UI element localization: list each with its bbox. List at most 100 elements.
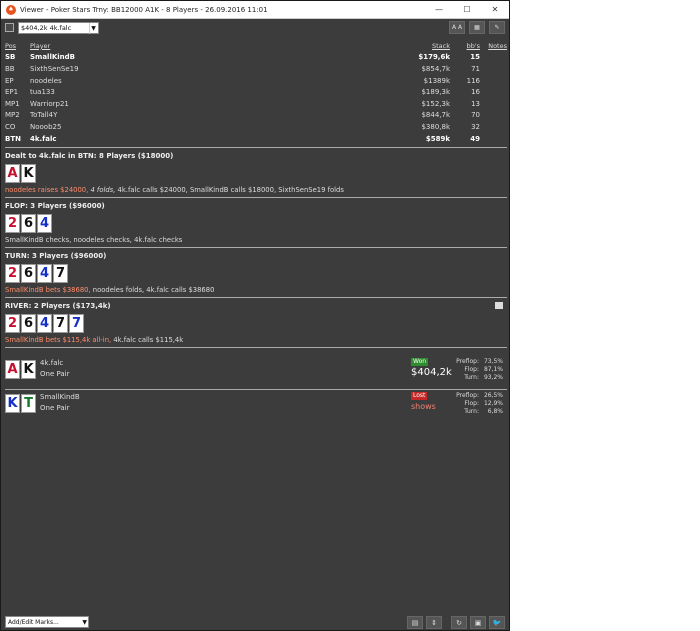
hand-select[interactable]: $404,2k 4k.falc ▼	[18, 21, 99, 34]
playing-card: 2	[5, 314, 20, 334]
player-pos: SB	[5, 53, 16, 62]
player-header[interactable]: Player	[30, 42, 50, 50]
player-pos: MP2	[5, 111, 20, 120]
divider	[5, 197, 507, 199]
playing-card: 7	[53, 264, 68, 284]
player-row[interactable]: MP1 Warriorp21 $152,3k 13	[5, 98, 507, 110]
player-pos: CO	[5, 122, 16, 131]
bbs-header[interactable]: bb's	[467, 42, 480, 50]
turn-action-highlight: SmallKindB bets $38680,	[5, 286, 91, 295]
result-player-name[interactable]: 4k.falc	[40, 358, 70, 369]
playing-card: 7	[53, 314, 68, 334]
player-row[interactable]: EP noodeles $1389k 116	[5, 75, 507, 87]
player-stack: $189,3k	[421, 88, 450, 97]
player-player: Nooob25	[30, 122, 62, 131]
notes-header[interactable]: Notes	[488, 42, 507, 50]
player-row[interactable]: EP1 tua133 $189,3k 16	[5, 86, 507, 98]
river-action: SmallKindB bets $115,4k all-in, 4k.falc …	[5, 336, 507, 344]
equity-label: Flop:	[464, 399, 479, 407]
player-stack: $589k	[425, 134, 450, 143]
equity-value: 87,1%	[483, 365, 503, 373]
results-section: A K 4k.falc One Pair Won $404,2k Preflop: 73,5%…	[5, 358, 507, 422]
result-badge: Won	[411, 358, 429, 367]
divider	[5, 247, 507, 249]
equity-label: Turn:	[464, 407, 479, 415]
save-icon[interactable]: ▣	[470, 615, 486, 629]
chevron-down-icon: ▼	[89, 22, 97, 34]
window-title: Viewer - Poker Stars Trny: BB12000 A1K -…	[20, 5, 268, 14]
turn-section: TURN: 3 Players ($96000) 2647 SmallKindB…	[5, 252, 507, 294]
player-row[interactable]: SB SmallKindB $179,6k 15	[5, 52, 507, 64]
preflop-section: Dealt to 4k.falc in BTN: 8 Players ($180…	[5, 152, 507, 194]
divider	[5, 297, 507, 299]
player-bbs: 16	[471, 88, 480, 97]
player-stack: $1389k	[423, 76, 450, 85]
minimize-button[interactable]: —	[425, 5, 453, 14]
divider	[5, 347, 507, 349]
result-badge: Lost	[411, 392, 428, 401]
turn-cards: 2647	[5, 264, 507, 284]
divider	[5, 389, 507, 391]
hand-checkbox[interactable]	[5, 23, 14, 32]
close-button[interactable]: ✕	[481, 5, 509, 14]
preflop-action: noodeles raises $24000, 4 folds, 4k.falc…	[5, 186, 507, 194]
preflop-title: Dealt to 4k.falc in BTN: 8 Players ($180…	[5, 152, 174, 161]
player-player: SixthSenSe19	[30, 64, 79, 73]
turn-title: TURN: 3 Players ($96000)	[5, 252, 107, 261]
grid-icon[interactable]: ▦	[469, 21, 485, 34]
stack-header[interactable]: Stack	[432, 42, 450, 50]
pos-header[interactable]: Pos	[5, 42, 16, 50]
players-table: Pos Player Stack bb's Notes SB SmallKindB…	[5, 40, 507, 144]
flop-cards: 264	[5, 214, 507, 234]
result-row: A K 4k.falc One Pair Won $404,2k Preflop: 73,5%…	[5, 358, 507, 388]
refresh-icon[interactable]: ↻	[451, 615, 467, 629]
playing-card: 2	[5, 264, 20, 284]
turn-action-rest: noodeles folds, 4k.falc calls $38680	[90, 286, 215, 295]
equity-value: 12,9%	[483, 399, 503, 407]
font-size-button[interactable]: A A	[449, 21, 465, 34]
maximize-button[interactable]: ☐	[453, 5, 481, 14]
player-bbs: 70	[471, 111, 480, 120]
result-cards: KT	[5, 394, 36, 414]
player-row[interactable]: BTN 4k.falc $589k 49	[5, 133, 507, 145]
hand-select-value: $404,2k 4k.falc	[21, 23, 72, 32]
hand-content: Pos Player Stack bb's Notes SB SmallKindB…	[5, 40, 507, 422]
player-pos: EP1	[5, 88, 19, 97]
preflop-action-highlight: noodeles raises $24000,	[5, 186, 89, 195]
result-player-name[interactable]: SmallKindB	[40, 392, 80, 403]
player-stack: $152,3k	[421, 99, 450, 108]
playing-card: K	[21, 360, 36, 380]
sort-arrows-icon[interactable]: ⇕	[426, 615, 442, 629]
river-title: RIVER: 2 Players ($173,4k)	[5, 302, 111, 311]
result-row: K T SmallKindB One Pair Lost shows Preflop: 26,…	[5, 392, 507, 422]
equity-value: 93,2%	[483, 373, 503, 381]
player-player: Warriorp21	[30, 99, 69, 108]
twitter-icon[interactable]: 🐦	[489, 615, 505, 629]
player-bbs: 13	[471, 99, 480, 108]
player-row[interactable]: CO Nooob25 $380,8k 32	[5, 121, 507, 133]
player-pos: MP1	[5, 99, 20, 108]
player-bbs: 32	[471, 122, 480, 131]
playing-card: 7	[69, 314, 84, 334]
playing-card: 6	[21, 214, 36, 234]
result-hand: One Pair	[40, 404, 70, 413]
equity-stats: Preflop: 26,5% Flop: 12,9% Turn: 6,8%	[445, 392, 503, 415]
river-action-highlight: SmallKindB bets $115,4k all-in,	[5, 336, 112, 345]
equity-stats: Preflop: 73,5% Flop: 87,1% Turn: 93,2%	[445, 358, 503, 381]
pen-icon[interactable]: ✎	[489, 21, 505, 34]
flop-action: SmallKindB checks, noodeles checks, 4k.f…	[5, 236, 183, 245]
player-row[interactable]: BB SixthSenSe19 $854,7k 71	[5, 63, 507, 75]
player-stack: $380,8k	[421, 122, 450, 131]
shows-label: shows	[411, 402, 436, 412]
marks-select[interactable]: Add/Edit Marks... ▼	[5, 616, 89, 628]
result-cards: AK	[5, 360, 36, 380]
playing-card: T	[21, 394, 36, 414]
preflop-action-rest: 4k.falc calls $24000, SmallKindB calls $…	[115, 186, 344, 195]
player-pos: BTN	[5, 134, 21, 143]
playing-card: 6	[21, 314, 36, 334]
playing-card: K	[21, 164, 36, 184]
preflop-action-folds: 4 folds,	[88, 186, 116, 195]
calculator-icon[interactable]: ▤	[407, 615, 423, 629]
note-icon[interactable]	[495, 302, 503, 310]
player-row[interactable]: MP2 ToTall4Y $844,7k 70	[5, 110, 507, 122]
